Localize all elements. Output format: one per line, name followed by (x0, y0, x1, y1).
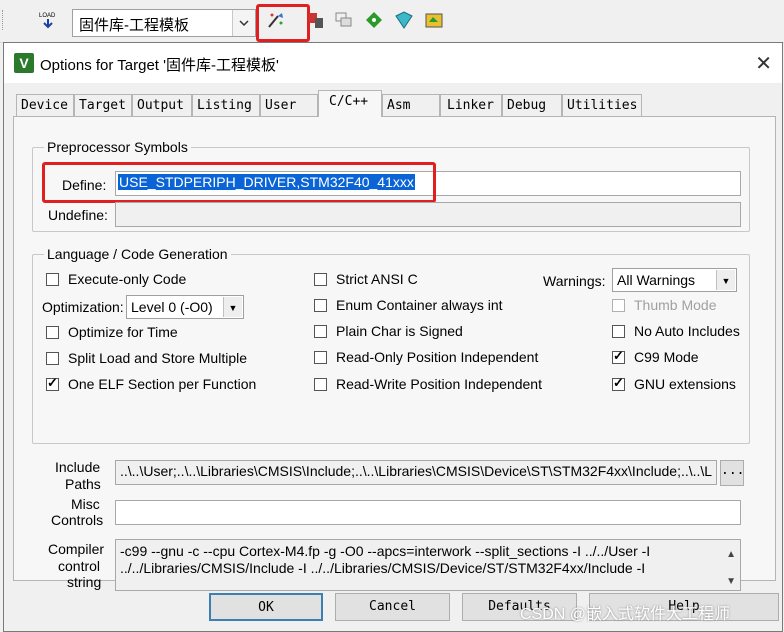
gnu-extensions-label: GNU extensions (634, 376, 736, 392)
dialog-titlebar: V Options for Target '固件库-工程模板' ✕ (4, 43, 782, 83)
split-load-checkbox[interactable] (46, 352, 59, 365)
misc-label: Misc (71, 496, 100, 512)
execute-only-label: Execute-only Code (68, 271, 187, 287)
close-icon[interactable]: ✕ (755, 51, 772, 76)
no-auto-includes-label: No Auto Includes (634, 323, 740, 339)
include-paths-field[interactable]: ..\..\User;..\..\Libraries\CMSIS\Include… (115, 460, 717, 485)
file-extensions-icon[interactable] (334, 10, 354, 30)
strict-ansi-label: Strict ANSI C (336, 271, 418, 287)
select-packs-icon[interactable] (424, 10, 444, 30)
ok-button[interactable]: OK (209, 593, 323, 621)
chevron-down-icon[interactable] (232, 10, 255, 36)
language-group-title: Language / Code Generation (44, 246, 231, 262)
compiler-line-1: -c99 --gnu -c --cpu Cortex-M4.fp -g -O0 … (120, 543, 651, 559)
ro-pi-checkbox[interactable] (314, 351, 327, 364)
plain-char-label: Plain Char is Signed (336, 323, 463, 339)
rw-pi-label: Read-Write Position Independent (336, 376, 542, 392)
misc-controls-field[interactable] (115, 500, 741, 525)
optimization-label: Optimization: (42, 299, 124, 315)
manage-project-icon[interactable] (306, 10, 326, 30)
target-select-value: 固件库-工程模板 (79, 17, 189, 34)
checkmark-icon: ✓ (47, 375, 58, 390)
svg-text:LOAD: LOAD (39, 13, 56, 19)
cpp-tab-panel: Preprocessor Symbols Define: USE_STDPERI… (13, 116, 776, 591)
pack-installer-icon[interactable] (364, 10, 384, 30)
thumb-mode-label: Thumb Mode (634, 297, 717, 313)
rw-pi-checkbox[interactable] (314, 378, 327, 391)
main-toolbar: LOAD 固件库-工程模板 (0, 0, 784, 43)
include-browse-button[interactable]: ... (720, 460, 744, 486)
undefine-field[interactable] (115, 202, 741, 227)
optimization-value: Level 0 (-O0) (131, 299, 213, 315)
optimize-time-checkbox[interactable] (46, 326, 59, 339)
enum-container-checkbox[interactable] (314, 299, 327, 312)
compiler-line-2: ../../Libraries/CMSIS/Include -I ../../L… (120, 560, 646, 576)
enum-container-label: Enum Container always int (336, 297, 503, 313)
controls-label: Controls (51, 512, 104, 528)
paths-label: Paths (65, 476, 101, 492)
preprocessor-group-title: Preprocessor Symbols (44, 139, 191, 155)
include-label: Include (55, 459, 101, 475)
gnu-extensions-checkbox[interactable]: ✓ (612, 375, 625, 391)
one-elf-checkbox[interactable]: ✓ (46, 375, 59, 391)
tab-target[interactable]: Target (74, 94, 132, 116)
tab-debug[interactable]: Debug (502, 94, 562, 116)
execute-only-checkbox[interactable] (46, 273, 59, 286)
warnings-label: Warnings: (543, 273, 606, 289)
manage-run-time-icon[interactable] (394, 10, 414, 30)
tab-asm[interactable]: Asm (382, 94, 440, 116)
scroll-up-icon[interactable]: ▲ (726, 546, 736, 563)
tab-linker[interactable]: Linker (440, 94, 502, 116)
warnings-value: All Warnings (617, 272, 696, 288)
control-label: control (58, 558, 101, 574)
compiler-label: Compiler (48, 541, 105, 557)
ro-pi-label: Read-Only Position Independent (336, 349, 539, 365)
warnings-select[interactable]: All Warnings ▼ (612, 268, 737, 292)
thumb-mode-checkbox[interactable] (612, 299, 625, 312)
highlight-define (42, 162, 436, 203)
dialog-title: Options for Target '固件库-工程模板' (40, 57, 279, 74)
checkmark-icon: ✓ (613, 348, 624, 363)
undefine-label: Undefine: (48, 207, 108, 223)
tab-listing[interactable]: Listing (192, 94, 260, 116)
strict-ansi-checkbox[interactable] (314, 273, 327, 286)
c99-mode-checkbox[interactable]: ✓ (612, 348, 625, 364)
scroll-down-icon[interactable]: ▼ (726, 573, 736, 590)
no-auto-includes-checkbox[interactable] (612, 325, 625, 338)
target-select[interactable]: 固件库-工程模板 (72, 9, 256, 37)
optimize-time-label: Optimize for Time (68, 324, 178, 340)
c99-mode-label: C99 Mode (634, 349, 699, 365)
tab-device[interactable]: Device (16, 94, 74, 116)
plain-char-checkbox[interactable] (314, 325, 327, 338)
chevron-down-icon[interactable]: ▼ (716, 270, 735, 290)
tab-output[interactable]: Output (132, 94, 192, 116)
chevron-down-icon[interactable]: ▼ (223, 297, 242, 317)
string-label: string (67, 574, 102, 590)
one-elf-label: One ELF Section per Function (68, 376, 257, 392)
optimization-select[interactable]: Level 0 (-O0) ▼ (126, 295, 244, 319)
toolbar-grip-icon (2, 10, 13, 30)
tab-c-cpp[interactable]: C/C++ (318, 90, 382, 117)
compiler-control-string: -c99 --gnu -c --cpu Cortex-M4.fp -g -O0 … (115, 539, 741, 591)
tab-user[interactable]: User (260, 94, 318, 116)
watermark: CSDN @嵌入式软件大工程师 (520, 606, 731, 623)
load-icon[interactable]: LOAD (38, 10, 58, 30)
checkmark-icon: ✓ (613, 375, 624, 390)
split-load-label: Split Load and Store Multiple (68, 350, 247, 366)
options-dialog: V Options for Target '固件库-工程模板' ✕ Device… (3, 42, 783, 632)
keil-app-icon: V (14, 53, 34, 73)
cancel-button[interactable]: Cancel (335, 593, 450, 621)
highlight-options-icon (256, 4, 310, 42)
tab-utilities[interactable]: Utilities (562, 94, 642, 116)
